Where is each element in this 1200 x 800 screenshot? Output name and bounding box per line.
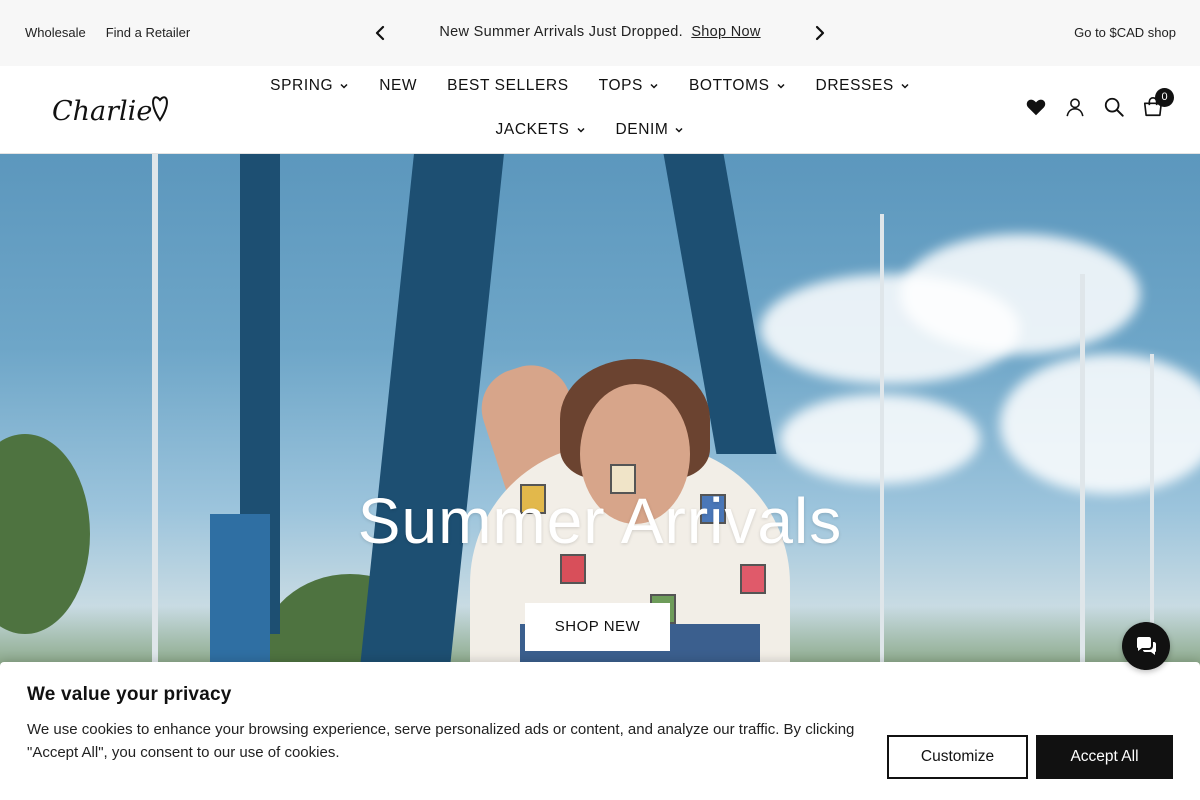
shirt-pattern [560,554,586,584]
nav-label: TOPS [598,77,643,94]
main-navigation: SPRING NEW BEST SELLERS TOPS BOTTOMS DRE… [205,76,975,140]
nav-item-best-sellers[interactable]: BEST SELLERS [432,76,584,96]
hero-title: Summer Arrivals [357,485,843,557]
nav-item-jackets[interactable]: JACKETS [481,120,601,140]
chevron-down-icon [675,127,683,133]
header-actions: 0 [1025,88,1174,118]
cart-count-badge: 0 [1155,88,1174,107]
heart-icon[interactable] [1025,96,1047,118]
shop-new-button[interactable]: SHOP NEW [525,603,670,651]
nav-label: BEST SELLERS [447,77,569,94]
announcement-next-icon[interactable] [810,22,830,44]
account-icon[interactable] [1064,96,1086,118]
nav-label: SPRING [270,77,334,94]
chevron-down-icon [340,83,348,89]
chevron-down-icon [777,83,785,89]
nav-label: BOTTOMS [688,77,770,94]
hero-cloud [900,234,1140,354]
chevron-down-icon [576,127,585,133]
cookie-text: We use cookies to enhance your browsing … [27,721,855,761]
announcement-message: New Summer Arrivals Just Dropped. [439,24,683,40]
nav-item-new[interactable]: NEW [364,76,432,96]
nav-label: DRESSES [815,77,894,94]
nav-item-tops[interactable]: TOPS [584,76,674,96]
shirt-pattern [740,564,766,594]
chevron-down-icon [650,83,658,89]
brand-logo[interactable]: Charlie [50,90,182,130]
cookie-consent-banner: We value your privacy We use cookies to … [0,662,1200,800]
nav-item-spring[interactable]: SPRING [255,76,364,96]
hero-cloud [1000,354,1200,494]
cart-icon[interactable]: 0 [1142,88,1174,118]
nav-label: JACKETS [495,121,570,138]
accept-all-button[interactable]: Accept All [1036,735,1173,779]
chat-icon [1137,637,1156,655]
nav-item-bottoms[interactable]: BOTTOMS [674,76,801,96]
cookie-title: We value your privacy [27,684,232,705]
customize-button[interactable]: Customize [887,735,1028,779]
nav-label: NEW [379,77,418,94]
nav-label: DENIM [615,121,669,138]
site-header: Charlie SPRING NEW BEST SELLERS TOPS BOT… [0,66,1200,154]
announcement-bar: Wholesale Find a Retailer New Summer Arr… [0,0,1200,66]
nav-item-denim[interactable]: DENIM [601,120,700,140]
currency-switch-link[interactable]: Go to $CAD shop [1074,25,1176,40]
announcement-text: New Summer Arrivals Just Dropped. Shop N… [0,24,1200,40]
svg-text:Charlie: Charlie [52,96,152,127]
chat-button[interactable] [1122,622,1170,670]
chevron-down-icon [901,83,909,89]
search-icon[interactable] [1103,96,1125,118]
shop-now-link[interactable]: Shop Now [691,24,760,40]
nav-item-dresses[interactable]: DRESSES [801,76,925,96]
